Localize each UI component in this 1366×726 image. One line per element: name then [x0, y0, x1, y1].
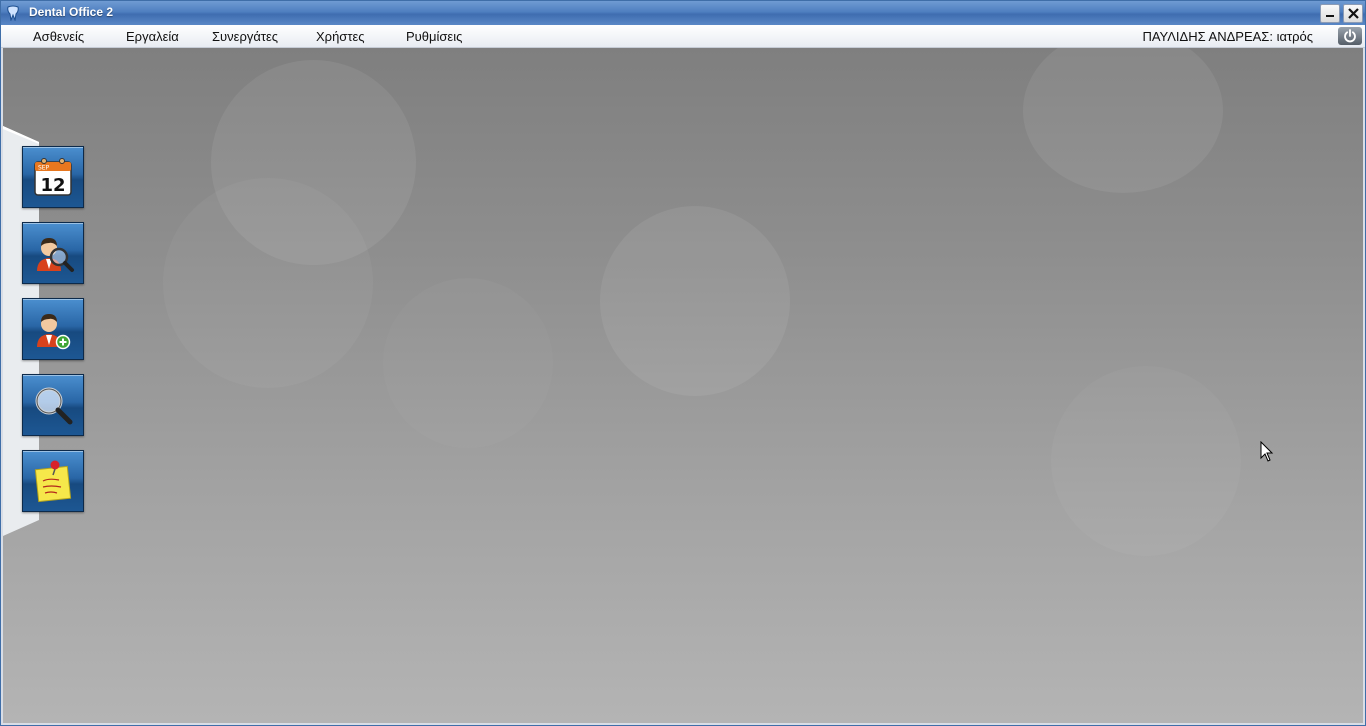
notes-button[interactable] [22, 450, 84, 512]
menu-tools[interactable]: Εργαλεία [126, 29, 179, 44]
search-button[interactable] [22, 374, 84, 436]
search-icon [35, 387, 73, 425]
current-user-label: ΠΑΥΛΙΔΗΣ ΑΝΔΡΕΑΣ: ιατρός [1142, 29, 1313, 44]
add-patient-icon [37, 314, 71, 350]
window-title: Dental Office 2 [29, 5, 114, 19]
calendar-icon: SEP 12 [34, 158, 72, 196]
menu-patients[interactable]: Ασθενείς [33, 29, 84, 44]
tooth-icon [7, 5, 19, 21]
main-workspace [3, 48, 1363, 723]
sticky-note-icon [34, 460, 72, 503]
close-button[interactable] [1343, 4, 1363, 23]
calendar-button[interactable]: SEP 12 [22, 146, 84, 208]
app-window: Dental Office 2 Ασθενείς Εργαλεία Συνεργ… [0, 0, 1366, 726]
power-icon [1344, 29, 1356, 43]
logout-button[interactable] [1338, 27, 1362, 45]
patient-search-icon [37, 238, 74, 272]
search-patient-button[interactable] [22, 222, 84, 284]
background-bokeh [1051, 366, 1241, 556]
background-bokeh [1023, 48, 1223, 193]
minimize-icon [1326, 14, 1334, 17]
menu-bar: Ασθενείς Εργαλεία Συνεργάτες Χρήστες Ρυθ… [1, 25, 1365, 48]
add-patient-button[interactable] [22, 298, 84, 360]
minimize-button[interactable] [1320, 4, 1340, 23]
background-bokeh [163, 178, 373, 388]
menu-users[interactable]: Χρήστες [316, 29, 365, 44]
menu-partners[interactable]: Συνεργάτες [212, 29, 278, 44]
title-bar[interactable]: Dental Office 2 [1, 1, 1365, 25]
calendar-month: SEP [38, 165, 50, 172]
background-bokeh [383, 278, 553, 448]
mouse-cursor-icon [1260, 441, 1274, 462]
menu-settings[interactable]: Ρυθμίσεις [406, 29, 462, 44]
background-bokeh [600, 206, 790, 396]
calendar-day: 12 [40, 175, 65, 196]
close-icon [1347, 8, 1359, 19]
